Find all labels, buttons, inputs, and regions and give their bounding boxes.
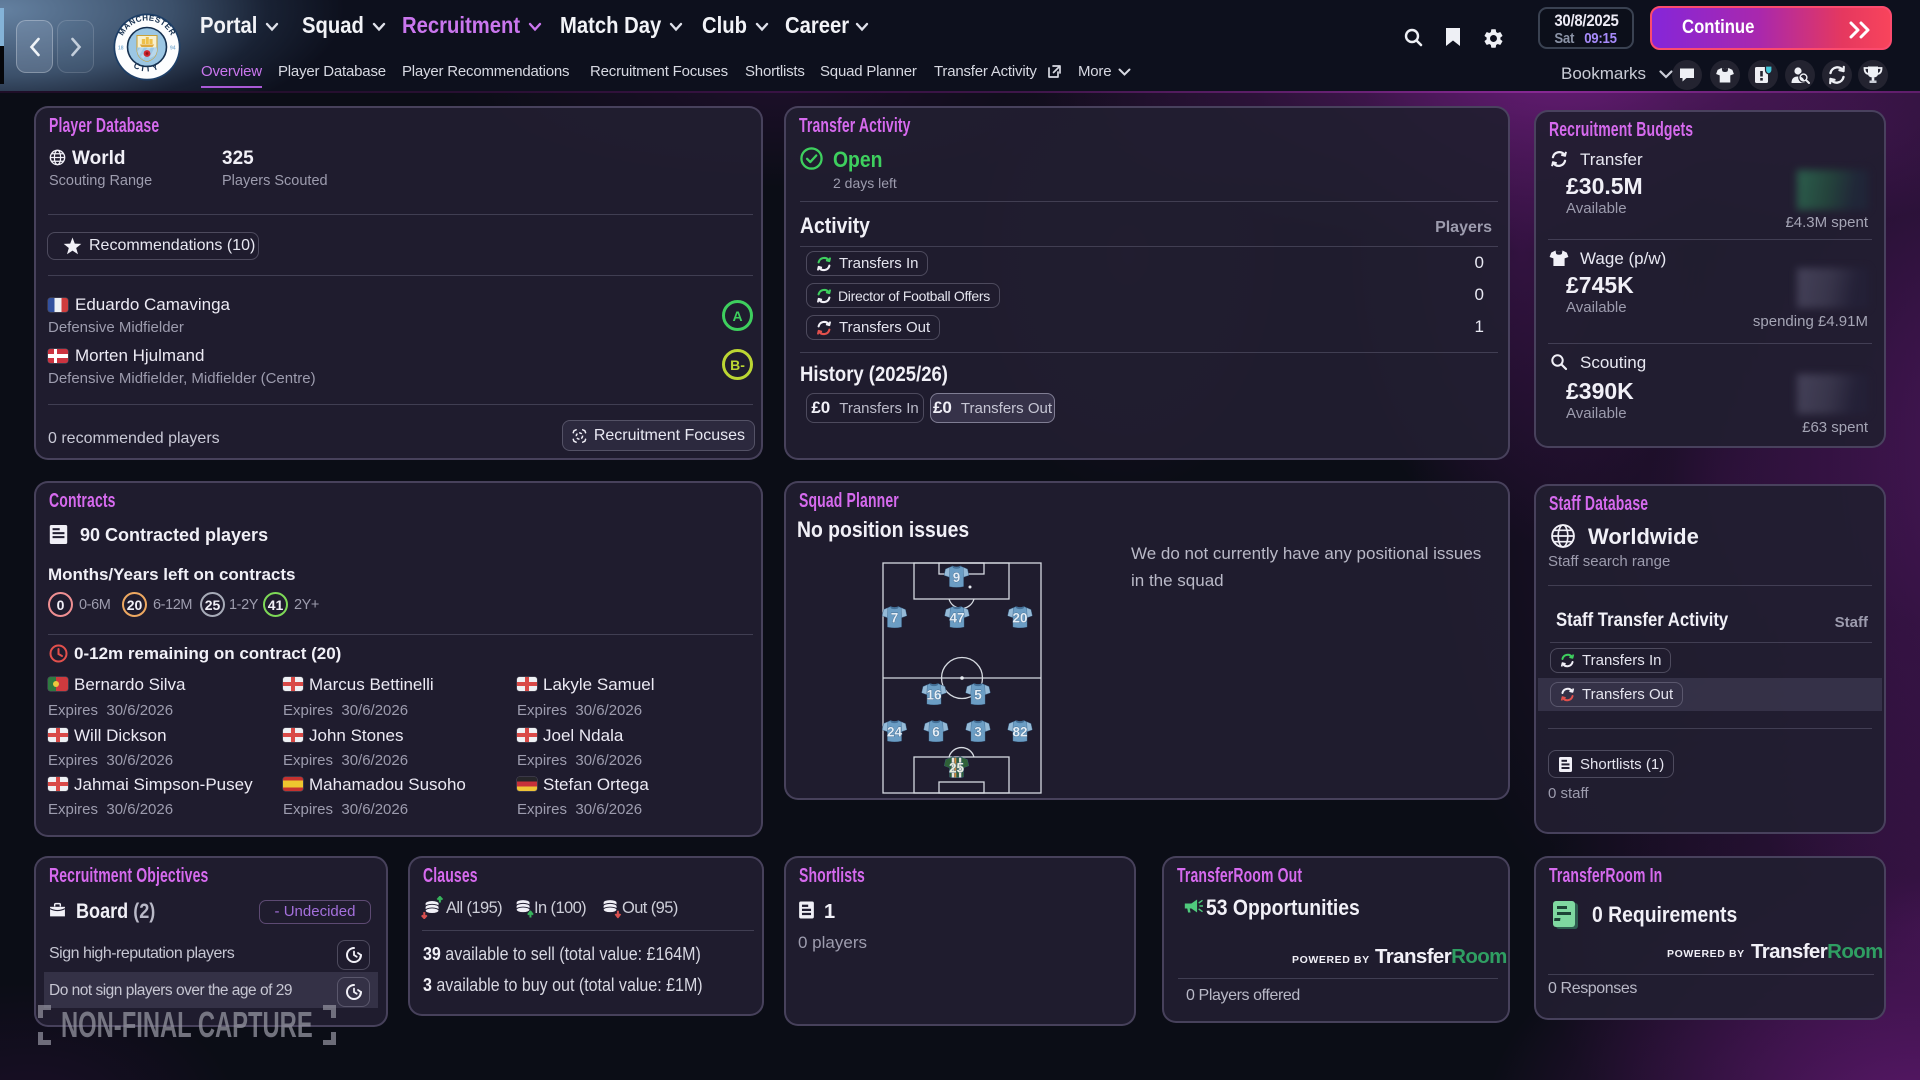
- svg-text:5: 5: [974, 688, 982, 703]
- svg-text:9: 9: [953, 570, 961, 585]
- svg-text:47: 47: [949, 611, 964, 626]
- svg-text:20: 20: [1012, 611, 1027, 626]
- svg-text:25: 25: [949, 761, 965, 776]
- svg-text:6: 6: [932, 725, 940, 740]
- svg-text:18: 18: [118, 46, 124, 52]
- svg-text:7: 7: [891, 611, 899, 626]
- svg-text:82: 82: [1012, 725, 1027, 740]
- svg-text:16: 16: [926, 688, 942, 703]
- svg-text:24: 24: [887, 725, 903, 740]
- svg-text:3: 3: [974, 725, 982, 740]
- svg-text:94: 94: [170, 46, 176, 52]
